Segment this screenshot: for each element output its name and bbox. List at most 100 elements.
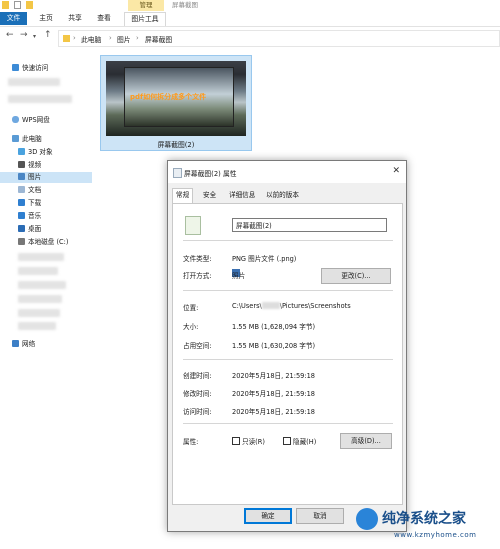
watermark-url: www.kzmyhome.com [394, 531, 477, 539]
file-type-value: PNG 图片文件 (.png) [232, 255, 297, 263]
accessed-label: 访问时间: [183, 408, 212, 416]
sidebar-item-music[interactable]: 音乐 [18, 211, 41, 222]
blurred-item [8, 95, 72, 103]
size-label: 大小: [183, 323, 199, 331]
blurred-drive-item [18, 322, 56, 330]
navigation-pane: 快速访问 WPS网盘 此电脑 3D 对象 视频 图片 文档 下载 音乐 桌面 本… [0, 55, 92, 355]
divider [183, 359, 393, 360]
checkbox-box[interactable] [283, 437, 291, 445]
location-value: C:\Users\ \Pictures\Screenshots [232, 302, 351, 310]
file-name-label[interactable]: 屏幕截图(2) [101, 139, 251, 149]
sidebar-item-3d-objects[interactable]: 3D 对象 [18, 147, 53, 158]
sidebar-item-videos[interactable]: 视频 [18, 160, 41, 171]
folder-icon [63, 35, 70, 42]
title-bar [0, 0, 500, 12]
thumbnail-caption: pdf如何拆分成多个文件 [130, 93, 207, 101]
breadcrumb-this-pc[interactable]: 此电脑 [81, 34, 101, 44]
sidebar-item-label: WPS网盘 [22, 116, 50, 124]
sidebar-item-this-pc[interactable]: 此电脑 [12, 134, 42, 145]
properties-icon[interactable] [14, 1, 21, 9]
dialog-title-bar: 屏幕截图(2) 属性 ✕ [168, 161, 406, 183]
sidebar-item-pictures[interactable]: 图片 [18, 172, 41, 183]
location-prefix: C:\Users\ [232, 302, 262, 310]
disk-size-label: 占用空间: [183, 342, 212, 350]
ok-button[interactable]: 确定 [244, 508, 292, 524]
chevron-right-icon[interactable]: › [136, 34, 139, 42]
file-name-input[interactable]: 屏幕截图(2) [232, 218, 387, 232]
sidebar-item-label: 下载 [28, 199, 42, 207]
sidebar-item-label: 3D 对象 [28, 148, 53, 156]
dialog-title: 屏幕截图(2) 属性 [184, 170, 237, 178]
sidebar-item-quick-access[interactable]: 快速访问 [12, 63, 48, 74]
manage-context-tab[interactable]: 管理 [128, 0, 164, 11]
back-arrow-icon[interactable]: ← [6, 30, 14, 40]
hidden-checkbox[interactable]: 隐藏(H) [283, 436, 316, 446]
tab-security[interactable]: 安全 [200, 189, 219, 202]
breadcrumb-pictures[interactable]: 图片 [117, 34, 131, 44]
accessed-value: 2020年5月18日, 21:59:18 [232, 408, 315, 416]
sidebar-item-downloads[interactable]: 下载 [18, 198, 41, 209]
modified-label: 修改时间: [183, 390, 212, 398]
attributes-label: 属性: [183, 438, 199, 446]
video-icon [18, 161, 25, 168]
image-thumbnail: pdf如何拆分成多个文件 [106, 61, 246, 136]
picture-icon [18, 173, 25, 180]
new-folder-icon[interactable] [26, 1, 33, 9]
sidebar-item-label: 此电脑 [22, 135, 42, 143]
watermark: 纯净系统之家 www.kzmyhome.com [352, 502, 500, 549]
readonly-checkbox[interactable]: 只读(R) [232, 436, 265, 446]
folder-icon[interactable] [2, 1, 9, 9]
quick-access-toolbar [2, 1, 33, 9]
sidebar-item-desktop[interactable]: 桌面 [18, 224, 41, 235]
tab-general[interactable]: 常规 [172, 188, 194, 204]
forward-arrow-icon[interactable]: → [20, 30, 28, 40]
sidebar-item-label: 图片 [28, 173, 42, 181]
tab-view[interactable]: 查看 [91, 12, 117, 25]
sidebar-item-documents[interactable]: 文档 [18, 185, 41, 196]
divider [183, 423, 393, 424]
created-label: 创建时间: [183, 372, 212, 380]
divider [183, 240, 393, 241]
sidebar-item-network[interactable]: 网络 [12, 339, 35, 350]
chevron-down-icon[interactable]: ▾ [33, 33, 36, 40]
sidebar-item-label: 文档 [28, 186, 42, 194]
location-suffix: \Pictures\Screenshots [279, 302, 351, 310]
chevron-right-icon[interactable]: › [109, 34, 112, 42]
readonly-label: 只读(R) [242, 438, 265, 446]
tab-home[interactable]: 主页 [33, 12, 59, 25]
blurred-drive-item [18, 281, 66, 289]
window-title: 屏幕截图 [172, 1, 198, 9]
sidebar-selection-highlight [0, 172, 92, 183]
divider [183, 290, 393, 291]
music-icon [18, 212, 25, 219]
breadcrumb-screenshots[interactable]: 屏幕截图 [145, 34, 172, 44]
tab-file[interactable]: 文件 [0, 12, 27, 25]
checkbox-box[interactable] [232, 437, 240, 445]
blurred-drive-item [18, 267, 58, 275]
address-bar[interactable]: › 此电脑 › 图片 › 屏幕截图 [58, 30, 500, 47]
blurred-drive-item [18, 295, 62, 303]
tab-details[interactable]: 详细信息 [226, 189, 258, 202]
redacted-username [261, 302, 280, 309]
tab-previous-versions[interactable]: 以前的版本 [263, 189, 302, 202]
chevron-right-icon[interactable]: › [73, 34, 76, 42]
general-tab-panel: 屏幕截图(2) 文件类型: PNG 图片文件 (.png) 打开方式: 照片 更… [172, 203, 403, 505]
change-button[interactable]: 更改(C)... [321, 268, 391, 284]
blurred-drive-item [18, 253, 64, 261]
document-icon [18, 186, 25, 193]
file-type-label: 文件类型: [183, 255, 212, 263]
cancel-button[interactable]: 取消 [296, 508, 344, 524]
sidebar-item-local-disk[interactable]: 本地磁盘 (C:) [18, 237, 68, 248]
up-arrow-icon[interactable]: ↑ [44, 30, 52, 40]
file-item-selected[interactable]: pdf如何拆分成多个文件 屏幕截图(2) [100, 55, 252, 151]
hidden-label: 隐藏(H) [293, 438, 317, 446]
sidebar-item-label: 视频 [28, 161, 42, 169]
blurred-drive-item [18, 309, 60, 317]
close-icon[interactable]: ✕ [392, 166, 400, 176]
advanced-button[interactable]: 高级(D)... [340, 433, 392, 449]
tab-share[interactable]: 共享 [62, 12, 88, 25]
blurred-item [8, 78, 60, 86]
open-with-value: 照片 [232, 272, 246, 280]
tab-picture-tools[interactable]: 图片工具 [124, 12, 166, 26]
sidebar-item-wps-cloud[interactable]: WPS网盘 [12, 115, 50, 126]
